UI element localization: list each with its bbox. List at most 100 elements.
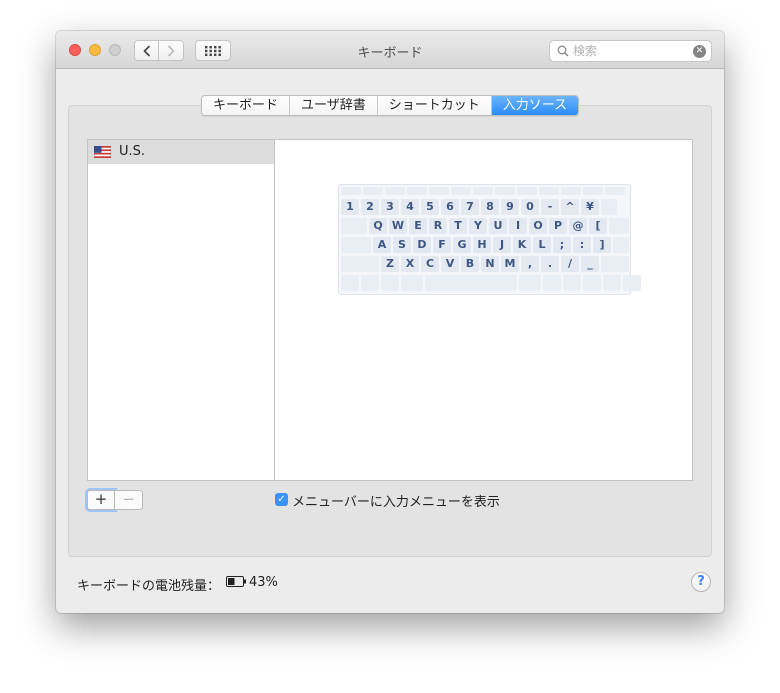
key (341, 187, 361, 195)
key: 5 (421, 199, 439, 215)
key (451, 187, 471, 195)
key (341, 237, 371, 253)
key: 7 (461, 199, 479, 215)
show-input-menu-checkbox[interactable]: ✓ (275, 493, 288, 506)
key: / (561, 256, 579, 272)
key (561, 187, 581, 195)
battery-level-value: 43% (249, 575, 278, 590)
preferences-window: キーボード ✕ キーボード ユーザ辞書 ショートカット 入力ソース (56, 31, 724, 613)
key: 4 (401, 199, 419, 215)
key (341, 256, 379, 272)
key (543, 275, 561, 291)
key: K (513, 237, 531, 253)
key: Q (369, 218, 387, 234)
key (473, 187, 493, 195)
key: B (461, 256, 479, 272)
tab-input-sources[interactable]: 入力ソース (491, 96, 579, 115)
key (517, 187, 537, 195)
show-input-menu-label[interactable]: メニューバーに入力メニューを表示 (292, 491, 500, 510)
key-row-bottom: Z X C V B N M , . / _ (341, 256, 629, 272)
key (613, 237, 629, 253)
key: , (521, 256, 539, 272)
key (583, 275, 601, 291)
key (429, 187, 449, 195)
key: ¥ (581, 199, 599, 215)
battery-level-label: キーボードの電池残量： (77, 579, 221, 594)
key (539, 187, 559, 195)
input-source-item-us[interactable]: U.S. (88, 140, 274, 164)
key: S (393, 237, 411, 253)
key: T (449, 218, 467, 234)
key: . (541, 256, 559, 272)
key: R (429, 218, 447, 234)
key: F (433, 237, 451, 253)
us-flag-icon (94, 146, 111, 158)
key: U (489, 218, 507, 234)
search-field[interactable]: ✕ (549, 40, 712, 62)
key (341, 275, 359, 291)
key: 8 (481, 199, 499, 215)
input-source-label: U.S. (119, 144, 146, 159)
key (583, 187, 603, 195)
key: Z (381, 256, 399, 272)
key: X (401, 256, 419, 272)
key: W (389, 218, 407, 234)
tab-keyboard[interactable]: キーボード (202, 96, 291, 115)
key: ; (553, 237, 571, 253)
key: Y (469, 218, 487, 234)
key (341, 218, 367, 234)
remove-input-source-button[interactable]: − (115, 490, 143, 510)
key: J (493, 237, 511, 253)
key (601, 199, 617, 215)
clear-search-icon[interactable]: ✕ (693, 45, 706, 58)
search-input[interactable] (573, 43, 688, 59)
key: E (409, 218, 427, 234)
key-row-top: Q W E R T Y U I O P @ [ (341, 218, 629, 234)
key: L (533, 237, 551, 253)
key (361, 275, 379, 291)
add-input-source-button[interactable]: + (87, 490, 115, 510)
key: O (529, 218, 547, 234)
battery-icon (226, 576, 246, 587)
key: D (413, 237, 431, 253)
key: @ (569, 218, 587, 234)
key: H (473, 237, 491, 253)
key: P (549, 218, 567, 234)
keyboard-layout-preview: 1 2 3 4 5 6 7 8 9 0 - ^ ¥ Q W E R T Y U … (338, 184, 641, 295)
key: I (509, 218, 527, 234)
key-row-home: A S D F G H J K L ; : ] (341, 237, 629, 253)
key (407, 187, 427, 195)
key: M (501, 256, 519, 272)
key (605, 187, 625, 195)
key (563, 275, 581, 291)
key (495, 187, 515, 195)
key (603, 275, 621, 291)
key (519, 275, 541, 291)
key: 3 (381, 199, 399, 215)
key: G (453, 237, 471, 253)
key: A (373, 237, 391, 253)
key: ] (593, 237, 611, 253)
keyboard-preview-pane: 1 2 3 4 5 6 7 8 9 0 - ^ ¥ Q W E R T Y U … (274, 139, 693, 481)
input-source-list: U.S. (87, 139, 275, 481)
key (363, 187, 383, 195)
key: - (541, 199, 559, 215)
key: N (481, 256, 499, 272)
key (381, 275, 399, 291)
key: 0 (521, 199, 539, 215)
key-row-numbers: 1 2 3 4 5 6 7 8 9 0 - ^ ¥ (341, 199, 617, 215)
help-button[interactable]: ? (691, 572, 711, 592)
search-icon (557, 45, 569, 57)
tab-bar: キーボード ユーザ辞書 ショートカット 入力ソース (201, 95, 580, 116)
tab-user-dictionary[interactable]: ユーザ辞書 (290, 96, 378, 115)
key: [ (589, 218, 607, 234)
key: C (421, 256, 439, 272)
key: _ (581, 256, 599, 272)
key: V (441, 256, 459, 272)
key: 9 (501, 199, 519, 215)
key: 6 (441, 199, 459, 215)
key: : (573, 237, 591, 253)
key (385, 187, 405, 195)
key (401, 275, 423, 291)
tab-shortcuts[interactable]: ショートカット (377, 96, 492, 115)
